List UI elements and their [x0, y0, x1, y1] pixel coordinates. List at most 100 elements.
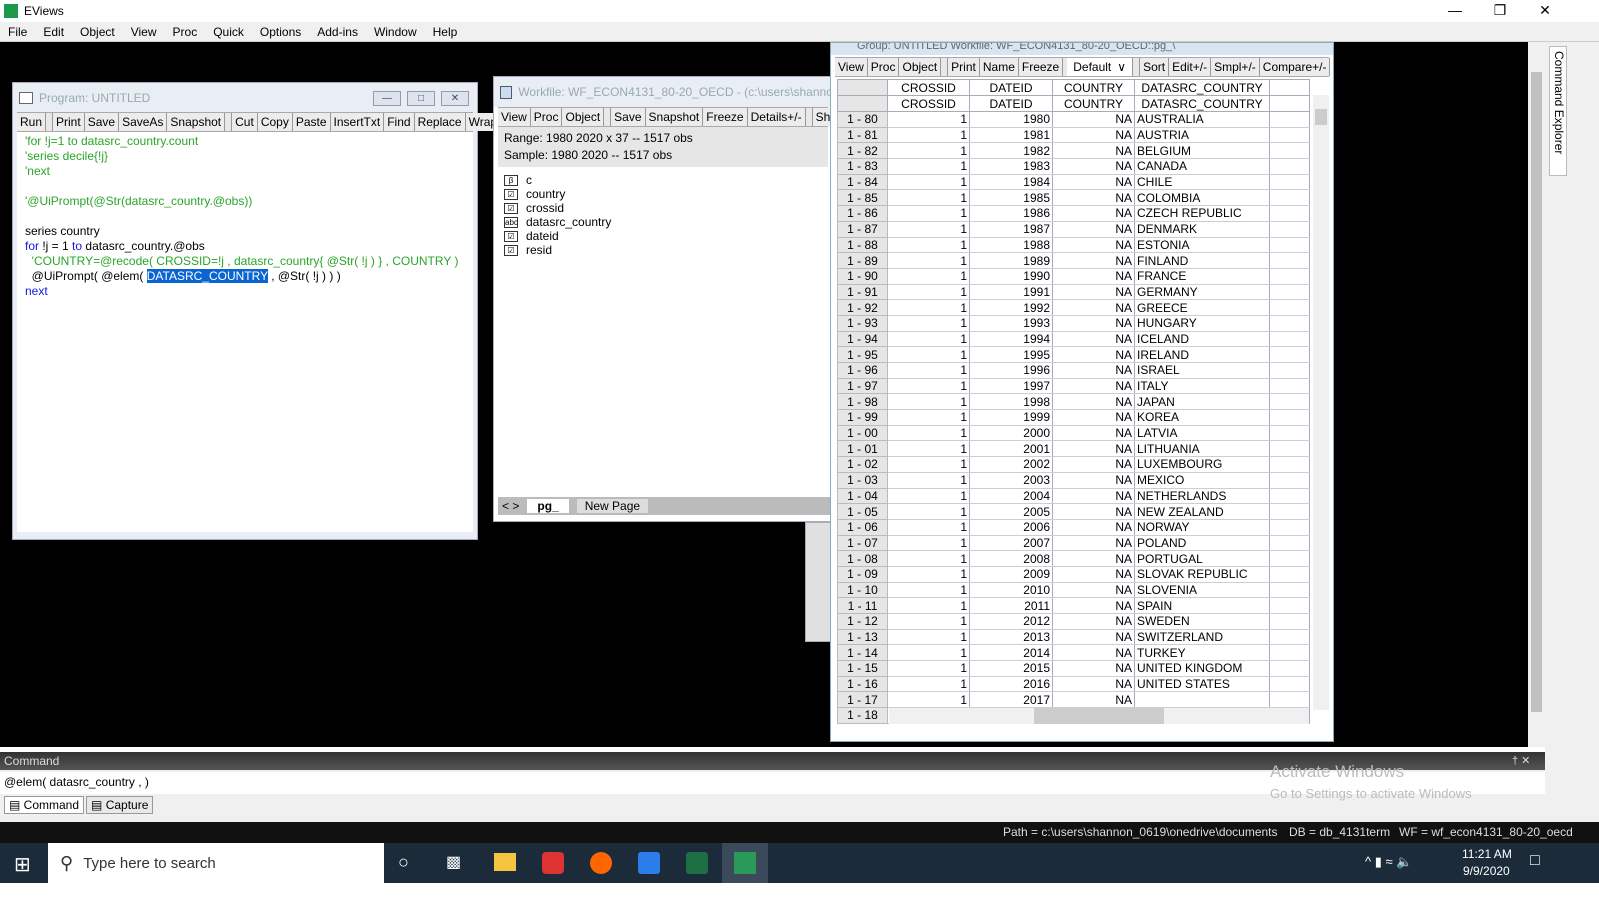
row-label[interactable]: 1 - 16 — [837, 675, 888, 693]
vertical-scrollbar[interactable] — [1313, 95, 1329, 710]
workfile-object[interactable]: ☑ resid — [504, 243, 822, 257]
row-label[interactable]: 1 - 90 — [837, 267, 888, 285]
row-label[interactable]: 1 - 88 — [837, 236, 888, 254]
compare-button[interactable]: Compare+/- — [1259, 58, 1331, 76]
table-row[interactable]: 1 - 01 1 2001 NA LITHUANIA — [837, 440, 1310, 458]
row-label[interactable]: 1 - 00 — [837, 424, 888, 442]
row-label[interactable]: 1 - 04 — [837, 487, 888, 505]
close-button[interactable]: ✕ — [441, 91, 469, 106]
tab-new-page[interactable]: New Page — [576, 499, 649, 513]
row-label[interactable]: 1 - 09 — [837, 565, 888, 583]
row-label[interactable]: 1 - 19 — [837, 722, 888, 724]
menu-file[interactable]: File — [0, 25, 35, 39]
table-row[interactable]: 1 - 82 1 1982 NA BELGIUM — [837, 142, 1310, 160]
table-row[interactable]: 1 - 09 1 2009 NA SLOVAK REPUBLIC — [837, 565, 1310, 583]
name-button[interactable]: Name — [979, 58, 1019, 76]
row-label[interactable]: 1 - 93 — [837, 314, 888, 332]
column-header[interactable]: COUNTRY — [1052, 79, 1135, 96]
firefox-icon[interactable] — [590, 852, 612, 874]
freeze-button[interactable]: Freeze — [703, 108, 748, 126]
table-row[interactable]: 1 - 93 1 1993 NA HUNGARY — [837, 314, 1310, 332]
table-row[interactable]: 1 - 87 1 1987 NA DENMARK — [837, 220, 1310, 238]
row-label[interactable]: 1 - 97 — [837, 377, 888, 395]
table-row[interactable]: 1 - 04 1 2004 NA NETHERLANDS — [837, 487, 1310, 505]
maximize-button[interactable]: □ — [407, 91, 435, 106]
view-button[interactable]: View — [498, 108, 531, 126]
tab-command[interactable]: ▤ Command — [4, 796, 85, 814]
row-label[interactable]: 1 - 13 — [837, 628, 888, 646]
row-label[interactable]: 1 - 95 — [837, 346, 888, 363]
save-button[interactable]: Save — [84, 113, 120, 131]
table-row[interactable]: 1 - 11 1 2011 NA SPAIN — [837, 597, 1310, 614]
row-label[interactable]: 1 - 01 — [837, 440, 888, 458]
proc-button[interactable]: Proc — [530, 108, 563, 126]
table-row[interactable]: 1 - 90 1 1990 NA FRANCE — [837, 267, 1310, 285]
table-row[interactable]: 1 - 17 1 2017 NA — [837, 691, 1310, 709]
row-label[interactable]: 1 - 81 — [837, 126, 888, 144]
menu-edit[interactable]: Edit — [35, 25, 72, 39]
row-label[interactable]: 1 - 10 — [837, 581, 888, 599]
menu-proc[interactable]: Proc — [165, 25, 206, 39]
minimize-button[interactable]: — — [373, 91, 401, 106]
table-row[interactable]: 1 - 12 1 2012 NA SWEDEN — [837, 613, 1310, 630]
column-header[interactable]: DATEID — [969, 79, 1053, 96]
workfile-object[interactable]: abc datasrc_country — [504, 215, 822, 229]
smpl-button[interactable]: Smpl+/- — [1211, 58, 1260, 76]
row-label[interactable]: 1 - 14 — [837, 644, 888, 662]
table-row[interactable]: 1 - 89 1 1989 NA FINLAND — [837, 252, 1310, 269]
workspace-scrollbar[interactable] — [1528, 42, 1545, 747]
table-row[interactable]: 1 - 99 1 1999 NA KOREA — [837, 409, 1310, 426]
task-view-icon[interactable]: ▩ — [446, 852, 461, 872]
row-label[interactable]: 1 - 84 — [837, 173, 888, 191]
menu-object[interactable]: Object — [72, 25, 123, 39]
row-label[interactable]: 1 - 05 — [837, 503, 888, 520]
row-label[interactable]: 1 - 87 — [837, 220, 888, 238]
word-icon[interactable] — [638, 852, 660, 874]
workfile-object[interactable]: ☑ dateid — [504, 229, 822, 243]
table-row[interactable]: 1 - 91 1 1991 NA GERMANY — [837, 283, 1310, 301]
file-explorer-icon[interactable] — [494, 853, 516, 871]
table-row[interactable]: 1 - 02 1 2002 NA LUXEMBOURG — [837, 456, 1310, 473]
row-label[interactable]: 1 - 82 — [837, 142, 888, 160]
table-row[interactable]: 1 - 97 1 1997 NA ITALY — [837, 377, 1310, 395]
tab-capture[interactable]: ▤ Capture — [86, 796, 154, 814]
search-box[interactable]: ⚲ Type here to search — [48, 843, 384, 883]
table-row[interactable]: 1 - 81 1 1981 NA AUSTRIA — [837, 126, 1310, 144]
row-label[interactable]: 1 - 85 — [837, 189, 888, 207]
menu-add-ins[interactable]: Add-ins — [309, 25, 366, 39]
table-row[interactable]: 1 - 83 1 1983 NA CANADA — [837, 158, 1310, 175]
cortana-icon[interactable]: ○ — [398, 852, 409, 873]
table-row[interactable]: 1 - 00 1 2000 NA LATVIA — [837, 424, 1310, 442]
row-label[interactable]: 1 - 92 — [837, 299, 888, 316]
row-label[interactable]: 1 - 83 — [837, 158, 888, 175]
table-row[interactable]: 1 - 95 1 1995 NA IRELAND — [837, 346, 1310, 363]
row-label[interactable]: 1 - 94 — [837, 330, 888, 348]
command-explorer-tab[interactable]: Command Explorer — [1549, 46, 1567, 176]
freeze-button[interactable]: Freeze — [1018, 58, 1064, 76]
clock-time[interactable]: 11:21 AM — [1462, 847, 1512, 861]
workfile-sample[interactable]: Sample: 1980 2020 -- 1517 obs — [504, 147, 822, 164]
table-row[interactable]: 1 - 08 1 2008 NA PORTUGAL — [837, 550, 1310, 567]
table-row[interactable]: 1 - 14 1 2014 NA TURKEY — [837, 644, 1310, 662]
minimize-button[interactable]: — — [1432, 0, 1478, 22]
table-row[interactable]: 1 - 15 1 2015 NA UNITED KINGDOM — [837, 660, 1310, 677]
row-label[interactable]: 1 - 89 — [837, 252, 888, 269]
system-tray-icons[interactable]: ^ ▮ ≈ 🔈 — [1365, 854, 1412, 870]
table-row[interactable]: 1 - 98 1 1998 NA JAPAN — [837, 393, 1310, 411]
proc-button[interactable]: Proc — [867, 58, 900, 76]
snapshot-button[interactable]: Snapshot — [645, 108, 704, 126]
program-editor[interactable]: 'for !j=1 to datasrc_country.count'serie… — [17, 132, 473, 532]
workfile-object[interactable]: ☑ crossid — [504, 201, 822, 215]
table-row[interactable]: 1 - 80 1 1980 NA AUSTRALIA — [837, 111, 1310, 128]
table-row[interactable]: 1 - 92 1 1992 NA GREECE — [837, 299, 1310, 316]
menu-view[interactable]: View — [123, 25, 165, 39]
row-label[interactable]: 1 - 15 — [837, 660, 888, 677]
save-button[interactable]: Save — [610, 108, 646, 126]
table-row[interactable]: 1 - 07 1 2007 NA POLAND — [837, 534, 1310, 552]
run-button[interactable]: Run — [17, 113, 47, 131]
row-label[interactable]: 1 - 02 — [837, 456, 888, 473]
object-button[interactable]: Object — [562, 108, 605, 126]
restore-button[interactable]: ❐ — [1477, 0, 1523, 22]
cut-button[interactable]: Cut — [231, 113, 258, 131]
page-nav-arrows[interactable]: < > — [502, 499, 519, 513]
